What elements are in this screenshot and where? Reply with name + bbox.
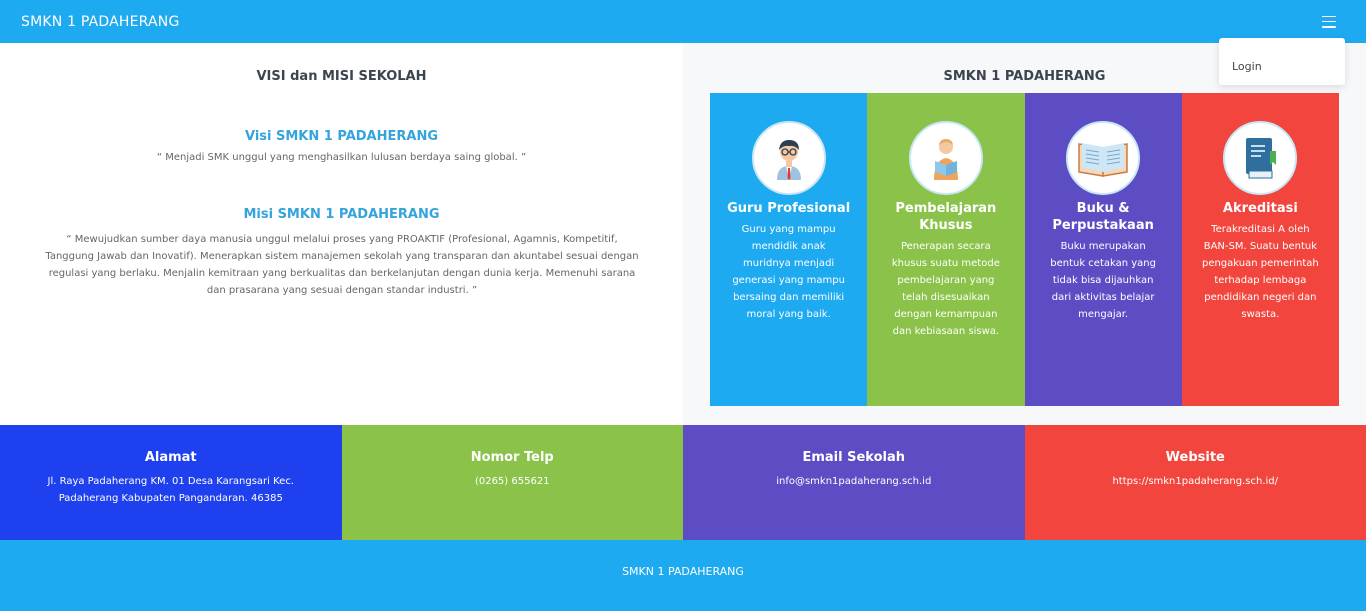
visi-misi-section: VISI dan MISI SEKOLAH Visi SMKN 1 PADAHE… xyxy=(0,43,683,425)
feature-cards: Guru Profesional Guru yang mampu mendidi… xyxy=(710,93,1339,406)
footer-text: SMKN 1 PADAHERANG xyxy=(622,565,744,578)
visi-title: Visi SMKN 1 PADAHERANG xyxy=(245,129,438,144)
contact-info-strip: Alamat Jl. Raya Padaherang KM. 01 Desa K… xyxy=(0,425,1366,540)
info-text: https://smkn1padaherang.sch.id/ xyxy=(1112,476,1279,487)
card-title: Buku & Perpustakaan xyxy=(1052,201,1154,233)
card-title: Akreditasi xyxy=(1222,201,1298,216)
visi-misi-heading: VISI dan MISI SEKOLAH xyxy=(256,69,427,84)
footer: SMKN 1 PADAHERANG xyxy=(0,540,1366,611)
info-title: Nomor Telp xyxy=(470,450,554,465)
card-title: Guru Profesional xyxy=(727,201,851,216)
navbar: SMKN 1 PADAHERANG xyxy=(0,0,1366,43)
teacher-icon xyxy=(751,121,826,195)
feature-card-pembelajaran: Pembelajaran Khusus Penerapan secara khu… xyxy=(867,93,1025,406)
visi-text: “ Menjadi SMK unggul yang menghasilkan l… xyxy=(156,152,527,163)
card-text: Buku merupakan bentuk cetakan yang tidak… xyxy=(1050,241,1156,320)
info-title: Website xyxy=(1165,450,1225,465)
navbar-brand[interactable]: SMKN 1 PADAHERANG xyxy=(21,14,180,30)
login-link[interactable]: Login xyxy=(1232,60,1262,73)
features-section: SMKN 1 PADAHERANG Guru Profesional Guru … xyxy=(683,43,1366,425)
misi-text: “ Mewujudkan sumber daya manusia unggul … xyxy=(45,234,639,296)
feature-card-akreditasi: Akreditasi Terakreditasi A oleh BAN-SM. … xyxy=(1181,93,1339,406)
dropdown-menu: Login xyxy=(1219,38,1345,85)
info-telp: Nomor Telp (0265) 655621 xyxy=(341,425,683,540)
open-book-icon xyxy=(1066,121,1141,195)
card-text: Guru yang mampu mendidik anak muridnya m… xyxy=(732,224,845,320)
feature-card-buku: Buku & Perpustakaan Buku merupakan bentu… xyxy=(1024,93,1182,406)
hamburger-icon[interactable] xyxy=(1322,15,1336,28)
card-text: Penerapan secara khusus suatu metode pem… xyxy=(891,241,1000,337)
feature-card-guru: Guru Profesional Guru yang mampu mendidi… xyxy=(710,93,868,406)
info-text: Jl. Raya Padaherang KM. 01 Desa Karangsa… xyxy=(47,476,295,504)
info-text: info@smkn1padaherang.sch.id xyxy=(776,476,932,487)
info-title: Email Sekolah xyxy=(802,450,906,465)
info-text: (0265) 655621 xyxy=(474,476,550,487)
info-email: Email Sekolah info@smkn1padaherang.sch.i… xyxy=(683,425,1025,540)
card-title: Pembelajaran Khusus xyxy=(895,201,997,233)
misi-title: Misi SMKN 1 PADAHERANG xyxy=(243,207,440,222)
info-alamat: Alamat Jl. Raya Padaherang KM. 01 Desa K… xyxy=(0,425,342,540)
info-website: Website https://smkn1padaherang.sch.id/ xyxy=(1024,425,1366,540)
info-title: Alamat xyxy=(144,450,197,465)
student-reading-icon xyxy=(908,121,983,195)
card-text: Terakreditasi A oleh BAN-SM. Suatu bentu… xyxy=(1201,224,1319,320)
certificate-book-icon xyxy=(1223,121,1298,195)
